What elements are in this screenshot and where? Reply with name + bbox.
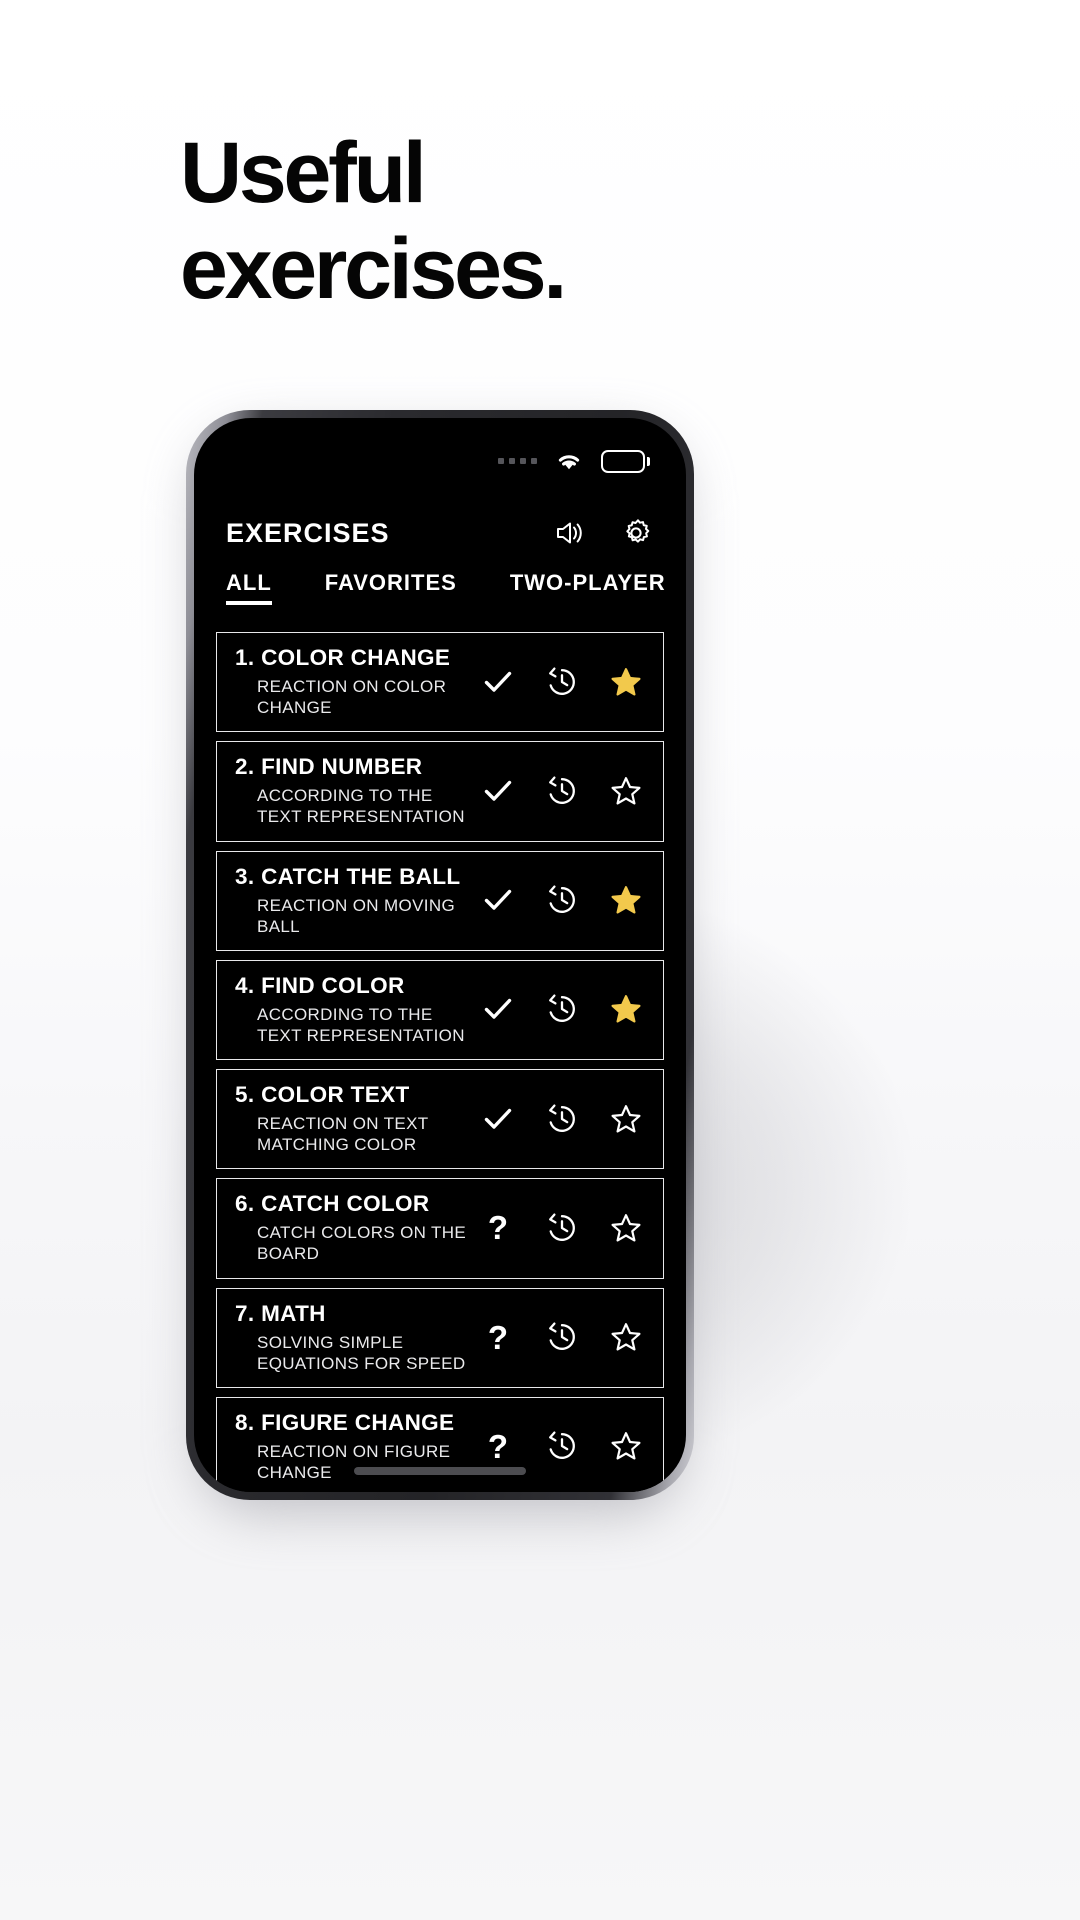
exercise-text: 6. CATCH COLOR CATCH COLORS ON THE BOARD bbox=[235, 1191, 481, 1264]
check-icon[interactable] bbox=[481, 992, 515, 1026]
history-icon[interactable] bbox=[545, 1429, 579, 1463]
check-icon[interactable] bbox=[481, 665, 515, 699]
star-outline-icon[interactable] bbox=[609, 1102, 643, 1136]
exercise-card[interactable]: 5. COLOR TEXT REACTION ON TEXT MATCHING C… bbox=[216, 1069, 664, 1170]
history-icon[interactable] bbox=[545, 774, 579, 808]
check-icon[interactable] bbox=[481, 883, 515, 917]
status-bar bbox=[498, 444, 650, 478]
exercise-subtitle: ACCORDING TO THE TEXT REPRESENTATION bbox=[257, 1004, 465, 1045]
headline-line-2: exercises. bbox=[180, 220, 567, 317]
exercise-title: 3. CATCH THE BALL bbox=[235, 863, 461, 889]
phone-frame: EXERCISES ALL FAVORITES TWO-PLAYER 1. CO… bbox=[186, 410, 694, 1500]
exercise-title: 8. FIGURE CHANGE bbox=[235, 1409, 455, 1435]
page-headline: Useful exercises. bbox=[180, 125, 940, 317]
exercise-subtitle: SOLVING SIMPLE EQUATIONS FOR SPEED bbox=[257, 1332, 466, 1373]
exercise-title: 1. COLOR CHANGE bbox=[235, 645, 451, 670]
exercise-text: 4. FIND COLOR ACCORDING TO THE TEXT REPRE… bbox=[235, 973, 481, 1046]
star-outline-icon[interactable] bbox=[609, 1320, 643, 1354]
home-indicator bbox=[354, 1467, 526, 1475]
phone-mockup: EXERCISES ALL FAVORITES TWO-PLAYER 1. CO… bbox=[186, 410, 694, 1514]
question-mark-icon[interactable]: ? bbox=[481, 1429, 515, 1463]
star-outline-icon[interactable] bbox=[609, 1429, 643, 1463]
question-mark-icon[interactable]: ? bbox=[481, 1211, 515, 1245]
exercise-card[interactable]: 1. COLOR CHANGE REACTION ON COLOR CHANGE bbox=[216, 632, 664, 733]
exercise-subtitle: ACCORDING TO THE TEXT REPRESENTATION bbox=[257, 786, 465, 827]
exercise-title: 5. COLOR TEXT bbox=[235, 1082, 410, 1107]
exercise-actions: ? bbox=[481, 1211, 647, 1245]
exercise-subtitle: CATCH COLORS ON THE BOARD bbox=[257, 1223, 467, 1264]
exercise-card[interactable]: 7. MATH SOLVING SIMPLE EQUATIONS FOR SPEE… bbox=[216, 1287, 664, 1388]
exercise-actions bbox=[481, 665, 647, 699]
star-filled-icon[interactable] bbox=[609, 665, 643, 699]
exercise-text: 5. COLOR TEXT REACTION ON TEXT MATCHING C… bbox=[235, 1082, 481, 1155]
tab-two-player[interactable]: TWO-PLAYER bbox=[510, 570, 666, 605]
exercise-card[interactable]: 4. FIND COLOR ACCORDING TO THE TEXT REPRE… bbox=[216, 959, 664, 1060]
question-mark-icon[interactable]: ? bbox=[481, 1320, 515, 1354]
history-icon[interactable] bbox=[545, 992, 579, 1026]
star-outline-icon[interactable] bbox=[609, 1211, 643, 1245]
tab-bar: ALL FAVORITES TWO-PLAYER bbox=[226, 570, 665, 622]
exercise-actions: ? bbox=[481, 1429, 647, 1463]
history-icon[interactable] bbox=[545, 1320, 579, 1354]
exercise-actions bbox=[481, 883, 647, 917]
exercise-actions bbox=[481, 992, 647, 1026]
exercise-title: 7. MATH bbox=[235, 1300, 326, 1326]
check-icon[interactable] bbox=[481, 1102, 515, 1136]
exercise-text: 3. CATCH THE BALL REACTION ON MOVING BALL bbox=[235, 864, 481, 937]
wifi-icon bbox=[554, 449, 584, 473]
history-icon[interactable] bbox=[545, 883, 579, 917]
star-filled-icon[interactable] bbox=[609, 992, 643, 1026]
exercise-list[interactable]: 1. COLOR CHANGE REACTION ON COLOR CHANGE 2… bbox=[216, 632, 664, 1492]
gear-icon[interactable] bbox=[619, 516, 653, 550]
exercise-card[interactable]: 3. CATCH THE BALL REACTION ON MOVING BALL bbox=[216, 850, 664, 951]
exercise-title: 4. FIND COLOR bbox=[235, 972, 405, 998]
exercise-title: 2. FIND NUMBER bbox=[235, 754, 423, 780]
sound-icon[interactable] bbox=[552, 516, 586, 550]
headline-line-1: Useful bbox=[180, 125, 427, 221]
header-actions bbox=[552, 516, 653, 550]
exercise-title: 6. CATCH COLOR bbox=[235, 1191, 430, 1217]
star-outline-icon[interactable] bbox=[609, 774, 643, 808]
exercise-subtitle: REACTION ON MOVING BALL bbox=[257, 895, 456, 936]
history-icon[interactable] bbox=[545, 1211, 579, 1245]
exercise-text: 1. COLOR CHANGE REACTION ON COLOR CHANGE bbox=[235, 645, 481, 718]
tab-all[interactable]: ALL bbox=[226, 570, 272, 605]
exercise-subtitle: REACTION ON COLOR CHANGE bbox=[257, 677, 447, 718]
app-header: EXERCISES bbox=[194, 500, 686, 566]
history-icon[interactable] bbox=[545, 1102, 579, 1136]
exercise-card[interactable]: 6. CATCH COLOR CATCH COLORS ON THE BOARD? bbox=[216, 1178, 664, 1279]
tab-favorites[interactable]: FAVORITES bbox=[325, 570, 457, 605]
exercise-text: 7. MATH SOLVING SIMPLE EQUATIONS FOR SPEE… bbox=[235, 1301, 481, 1374]
exercise-subtitle: REACTION ON TEXT MATCHING COLOR bbox=[257, 1114, 429, 1155]
history-icon[interactable] bbox=[545, 665, 579, 699]
exercise-actions: ? bbox=[481, 1320, 647, 1354]
star-filled-icon[interactable] bbox=[609, 883, 643, 917]
exercise-actions bbox=[481, 1102, 647, 1136]
exercise-actions bbox=[481, 774, 647, 808]
exercise-subtitle: REACTION ON FIGURE CHANGE bbox=[257, 1441, 451, 1482]
page-title: EXERCISES bbox=[226, 517, 390, 548]
exercise-card[interactable]: 8. FIGURE CHANGE REACTION ON FIGURE CHANG… bbox=[216, 1396, 664, 1492]
exercise-card[interactable]: 2. FIND NUMBER ACCORDING TO THE TEXT REPR… bbox=[216, 741, 664, 842]
check-icon[interactable] bbox=[481, 774, 515, 808]
phone-screen: EXERCISES ALL FAVORITES TWO-PLAYER 1. CO… bbox=[194, 418, 686, 1492]
signal-dots-icon bbox=[498, 458, 537, 464]
exercise-text: 2. FIND NUMBER ACCORDING TO THE TEXT REPR… bbox=[235, 754, 481, 827]
battery-full-icon bbox=[601, 449, 650, 473]
